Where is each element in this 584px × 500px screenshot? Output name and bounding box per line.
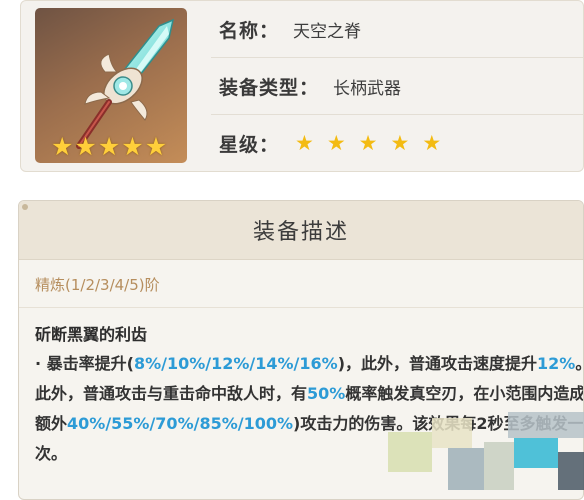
effect-highlight: 12% [537,354,576,373]
star-icon: ★ [358,131,378,155]
star-icon: ★ [121,132,144,161]
star-icon: ★ [51,132,74,161]
watermark [388,412,584,490]
star-icon: ★ [74,132,97,161]
thumbnail-rarity-stars: ★ ★ ★ ★ ★ [51,134,167,159]
effect-highlight: 8%/10%/12%/14%/16% [133,354,338,373]
type-label: 装备类型： [219,76,320,99]
effect-highlight: 40%/55%/70%/85%/100% [67,414,294,433]
star-icon: ★ [390,131,410,155]
type-value: 长柄武器 [333,78,402,99]
item-info-card: ★ ★ ★ ★ ★ 名称： 天空之脊 装备类型： 长柄武器 星级： ★ ★ ★ ★ ★ [20,0,584,172]
refinement-label: 精炼(1/2/3/4/5)阶 [35,276,160,294]
star-icon: ★ [326,131,346,155]
rarity-label: 星级： [219,134,280,156]
effect-highlight: 50% [307,384,346,403]
corner-ornament [22,204,28,210]
star-icon: ★ [295,131,314,155]
name-row: 名称： 天空之脊 [211,1,583,58]
weapon-thumbnail: ★ ★ ★ ★ ★ [35,8,187,163]
star-icon: ★ [422,131,442,155]
name-value: 天空之脊 [293,21,362,42]
effect-text-part: · 暴击率提升( [35,354,134,373]
name-label: 名称： [219,19,280,42]
star-icon: ★ [144,132,168,161]
star-icon: ★ [97,132,121,161]
item-attributes: 名称： 天空之脊 装备类型： 长柄武器 星级： ★ ★ ★ ★ ★ [211,1,583,171]
description-header: 装备描述 [19,201,583,260]
rarity-row: 星级： ★ ★ ★ ★ ★ [211,115,583,172]
effect-title: 斫断黑翼的利齿 [35,325,148,344]
effect-text-part: )，此外，普通攻击速度提升 [337,354,538,373]
rarity-stars: ★ ★ ★ ★ ★ [295,133,441,154]
type-row: 装备类型： 长柄武器 [211,58,583,115]
